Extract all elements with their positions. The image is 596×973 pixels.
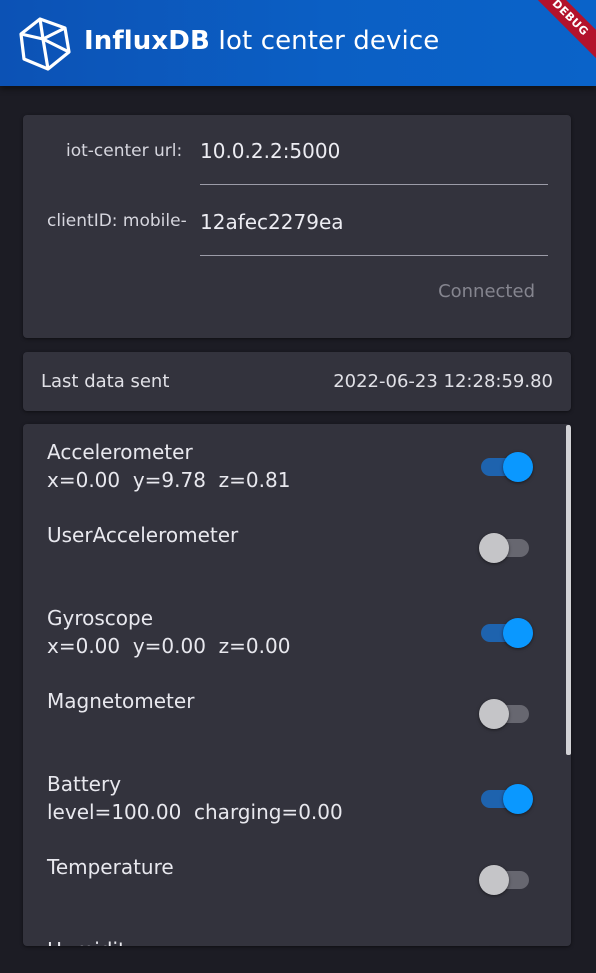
sensor-name: Temperature [47, 855, 174, 879]
toggle-thumb [479, 699, 509, 729]
toggle-thumb [503, 618, 533, 648]
toggle-thumb [503, 784, 533, 814]
url-input[interactable]: 10.0.2.2:5000 [200, 139, 340, 163]
user-accelerometer-toggle[interactable] [479, 532, 533, 564]
connection-card: iot-center url: 10.0.2.2:5000 clientID: … [23, 115, 571, 338]
url-label: iot-center url: [66, 141, 183, 161]
url-input-underline [200, 184, 548, 185]
accelerometer-toggle[interactable] [479, 451, 533, 483]
sensor-values: level=100.00 charging=0.00 [47, 800, 343, 824]
sensor-item-battery: Battery level=100.00 charging=0.00 [23, 756, 571, 839]
sensor-name: Battery [47, 772, 122, 796]
sensor-item-user-accelerometer: UserAccelerometer [23, 507, 571, 590]
sensor-item-humidity: Humidity [23, 922, 571, 946]
app-title-rest: Iot center device [209, 26, 440, 56]
sensor-name: Magnetometer [47, 689, 195, 713]
sensor-values: x=0.00 y=0.00 z=0.00 [47, 634, 291, 658]
sensor-list: Accelerometer x=0.00 y=9.78 z=0.81 UserA… [23, 424, 571, 946]
sensor-item-accelerometer: Accelerometer x=0.00 y=9.78 z=0.81 [23, 424, 571, 507]
toggle-thumb [503, 452, 533, 482]
temperature-toggle[interactable] [479, 864, 533, 896]
sensor-list-scrollbar[interactable] [566, 425, 571, 755]
client-id-input-underline [200, 255, 548, 256]
sensor-item-gyroscope: Gyroscope x=0.00 y=0.00 z=0.00 [23, 590, 571, 673]
client-id-label: clientID: mobile- [47, 211, 187, 231]
sensor-item-magnetometer: Magnetometer [23, 673, 571, 756]
sensor-name: Accelerometer [47, 440, 193, 464]
debug-banner: DEBUG [520, 0, 596, 68]
sensor-item-temperature: Temperature [23, 839, 571, 922]
sensor-name: UserAccelerometer [47, 523, 239, 547]
toggle-thumb [479, 533, 509, 563]
app-bar: InfluxDB Iot center device DEBUG [0, 0, 596, 86]
client-id-input[interactable]: 12afec2279ea [200, 210, 344, 234]
influxdb-logo-icon [19, 17, 71, 71]
sensor-name: Gyroscope [47, 606, 154, 630]
app-title: InfluxDB Iot center device [84, 26, 439, 56]
sensor-name: Humidity [47, 938, 138, 946]
magnetometer-toggle[interactable] [479, 698, 533, 730]
gyroscope-toggle[interactable] [479, 617, 533, 649]
last-data-sent-value: 2022-06-23 12:28:59.80 [333, 371, 553, 392]
toggle-thumb [479, 865, 509, 895]
sensor-values: x=0.00 y=9.78 z=0.81 [47, 468, 291, 492]
last-data-sent-card: Last data sent 2022-06-23 12:28:59.80 [23, 352, 571, 411]
app-title-brand: InfluxDB [84, 26, 210, 56]
connection-status[interactable]: Connected [438, 281, 535, 302]
last-data-sent-label: Last data sent [41, 371, 170, 392]
sensor-list-card[interactable]: Accelerometer x=0.00 y=9.78 z=0.81 UserA… [23, 424, 571, 946]
battery-toggle[interactable] [479, 783, 533, 815]
